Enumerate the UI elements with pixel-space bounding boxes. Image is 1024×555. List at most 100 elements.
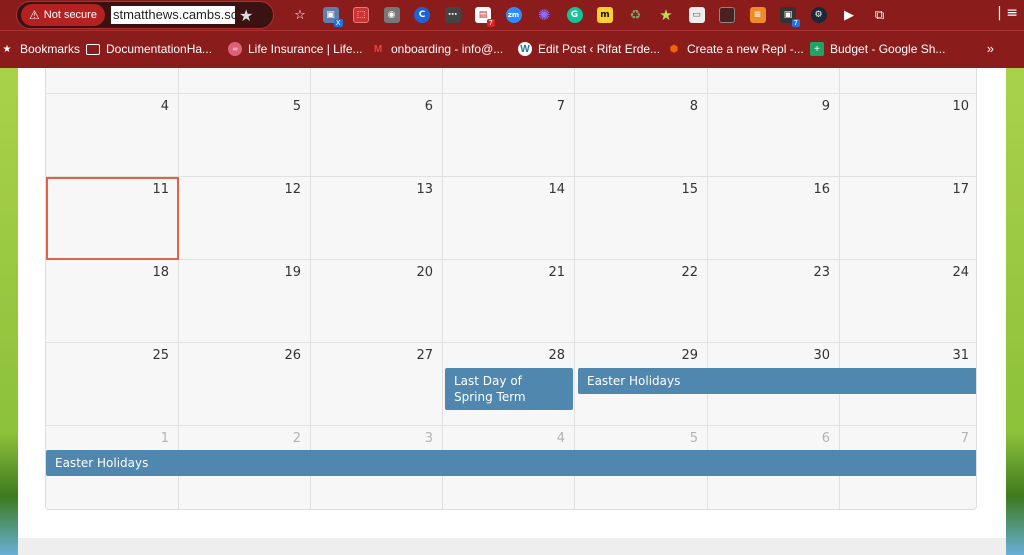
calendar-day-today[interactable]: 11 [46, 177, 179, 260]
calendar-cell[interactable] [840, 68, 976, 94]
steam-icon[interactable]: ⚙ [807, 3, 831, 27]
screencast-icon[interactable]: ⬚ [349, 3, 373, 27]
security-label: Not secure [43, 9, 97, 21]
calendar-day[interactable]: 21 [443, 260, 575, 343]
star-icon: ★ [2, 43, 12, 55]
zoom-ext-icon[interactable]: zm [502, 3, 526, 27]
cursor-icon[interactable]: ▶ [837, 3, 861, 27]
calendar-cell[interactable] [575, 68, 708, 94]
calendar-day[interactable]: 10 [840, 94, 976, 177]
sheets-icon: + [810, 42, 824, 56]
calendar-day[interactable]: 9 [708, 94, 840, 177]
calendar-day[interactable]: 20 [311, 260, 443, 343]
calendar-day[interactable]: 5 [179, 94, 311, 177]
calendar-day[interactable]: 17 [840, 177, 976, 260]
day-number: 19 [284, 265, 301, 280]
address-bar[interactable]: ⚠ Not secure stmatthews.cambs.sc ★ [16, 1, 274, 29]
bookmark-item-edit-post[interactable]: W Edit Post ‹ Rifat Erde... [518, 42, 660, 56]
calendar-day[interactable]: 14 [443, 177, 575, 260]
calendar-day[interactable]: 25 [46, 343, 179, 426]
bookmark-item-onboarding[interactable]: M onboarding - info@... [371, 42, 503, 56]
bookmarks-overflow-button[interactable]: » [987, 41, 994, 56]
day-number: 28 [548, 348, 565, 363]
day-number: 24 [952, 265, 969, 280]
tabs-icon[interactable]: ▣ 7 [776, 3, 800, 27]
todo-ext-icon[interactable]: ▤ 7 [471, 3, 495, 27]
bookmark-label: DocumentationHa... [106, 42, 213, 56]
bookmark-item-budget[interactable]: + Budget - Google Sh... [810, 42, 945, 56]
bookmark-item-life-insurance[interactable]: ∞ Life Insurance | Life... [228, 42, 363, 56]
bookmark-label: Bookmarks [20, 42, 81, 56]
replit-icon: ⬢ [669, 43, 679, 55]
calendar-week: 25 26 27 28 29 30 31 Last Day of Spring … [46, 343, 976, 426]
tab-groups-icon[interactable]: ▣ X [319, 3, 343, 27]
day-number: 25 [152, 348, 169, 363]
day-number: 9 [821, 99, 830, 114]
calendar-day[interactable]: 26 [179, 343, 311, 426]
day-number: 4 [160, 99, 169, 114]
gear-ext-icon[interactable]: ✺ [532, 3, 556, 27]
wordpress-icon: W [518, 42, 532, 56]
page-side-decoration-left [0, 68, 18, 555]
app-icon[interactable] [715, 3, 739, 27]
bookmark-label: Edit Post ‹ Rifat Erde... [538, 42, 661, 56]
c-ext-icon[interactable]: C [410, 3, 434, 27]
calendar-day[interactable]: 19 [179, 260, 311, 343]
calendar-day[interactable]: 4 [46, 94, 179, 177]
calendar-cell[interactable] [443, 68, 575, 94]
calendar-cell[interactable] [179, 68, 311, 94]
camera-icon[interactable]: ◉ [380, 3, 404, 27]
bookmark-label: Create a new Repl -... [687, 42, 804, 56]
event-last-day-spring-term[interactable]: Last Day of Spring Term [445, 368, 573, 410]
tabs-badge: 7 [791, 19, 800, 27]
day-number: 27 [416, 348, 433, 363]
calendar-day[interactable]: 7 [443, 94, 575, 177]
profile-menu-icon[interactable]: | ≡ [997, 5, 1018, 21]
calendar-cell[interactable] [311, 68, 443, 94]
security-indicator[interactable]: ⚠ Not secure [21, 4, 105, 26]
calendar-day[interactable]: 13 [311, 177, 443, 260]
calendar-day[interactable]: 15 [575, 177, 708, 260]
bookmarks-bar: ★ Bookmarks DocumentationHa... ∞ Life In… [0, 30, 1024, 68]
grammarly-icon[interactable]: G [563, 3, 587, 27]
day-number: 6 [821, 431, 830, 446]
bookmark-item-bookmarks[interactable]: ★ Bookmarks [0, 42, 81, 56]
recycle-icon[interactable]: ♻ [624, 3, 648, 27]
calendar-day[interactable]: 8 [575, 94, 708, 177]
bookmark-label: onboarding - info@... [391, 42, 504, 56]
day-number: 29 [681, 348, 698, 363]
calendar-day[interactable]: 27 [311, 343, 443, 426]
calendar-day[interactable]: 16 [708, 177, 840, 260]
star-icon[interactable]: ☆ [288, 3, 312, 27]
calendar-day[interactable]: 22 [575, 260, 708, 343]
gmail-icon: M [373, 43, 383, 55]
bookmark-item-replit[interactable]: ⬢ Create a new Repl -... [667, 42, 804, 56]
day-number: 3 [424, 431, 433, 446]
day-number: 7 [960, 431, 969, 446]
event-easter-holidays-continued[interactable]: Easter Holidays [46, 450, 976, 476]
bookmark-label: Budget - Google Sh... [830, 42, 946, 56]
bookmark-item-documentation[interactable]: DocumentationHa... [86, 42, 212, 56]
calendar-day[interactable]: 18 [46, 260, 179, 343]
day-number: 5 [689, 431, 698, 446]
bookmark-star-icon[interactable]: ★ [654, 3, 678, 27]
layers-icon[interactable]: ≡ [746, 3, 770, 27]
bookmark-star-icon[interactable]: ★ [239, 6, 253, 25]
day-number: 23 [813, 265, 830, 280]
day-number: 7 [556, 99, 565, 114]
event-easter-holidays[interactable]: Easter Holidays [578, 368, 976, 394]
dots-ext-icon[interactable]: ⋯ [441, 3, 465, 27]
url-text[interactable]: stmatthews.cambs.sc [110, 6, 235, 24]
miro-icon[interactable]: m [593, 3, 617, 27]
calendar-day[interactable]: 23 [708, 260, 840, 343]
calendar-day[interactable]: 6 [311, 94, 443, 177]
calendar-cell[interactable] [46, 68, 179, 94]
day-number: 6 [424, 99, 433, 114]
calendar-cell[interactable] [708, 68, 840, 94]
calendar-day[interactable]: 12 [179, 177, 311, 260]
window-icon[interactable]: ▭ [685, 3, 709, 27]
day-number: 17 [952, 182, 969, 197]
day-number: 21 [548, 265, 565, 280]
puzzle-icon[interactable]: ⧉ [868, 3, 892, 27]
calendar-day[interactable]: 24 [840, 260, 976, 343]
